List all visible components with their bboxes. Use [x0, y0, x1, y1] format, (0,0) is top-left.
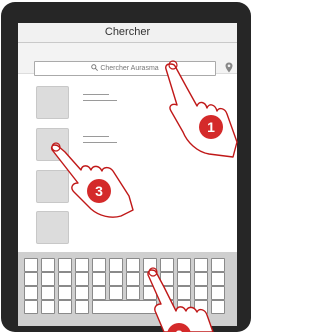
- gesture-overlay: 1 3 2: [50, 60, 238, 332]
- hand-pointer-icon: [165, 63, 238, 158]
- hand-pointer-icon: [147, 269, 214, 332]
- step-number: 1: [207, 119, 215, 135]
- step-number: 2: [175, 327, 183, 332]
- step-number: 3: [95, 183, 103, 199]
- tablet-frame: Chercher Chercher Aurasma 1 3: [1, 2, 251, 332]
